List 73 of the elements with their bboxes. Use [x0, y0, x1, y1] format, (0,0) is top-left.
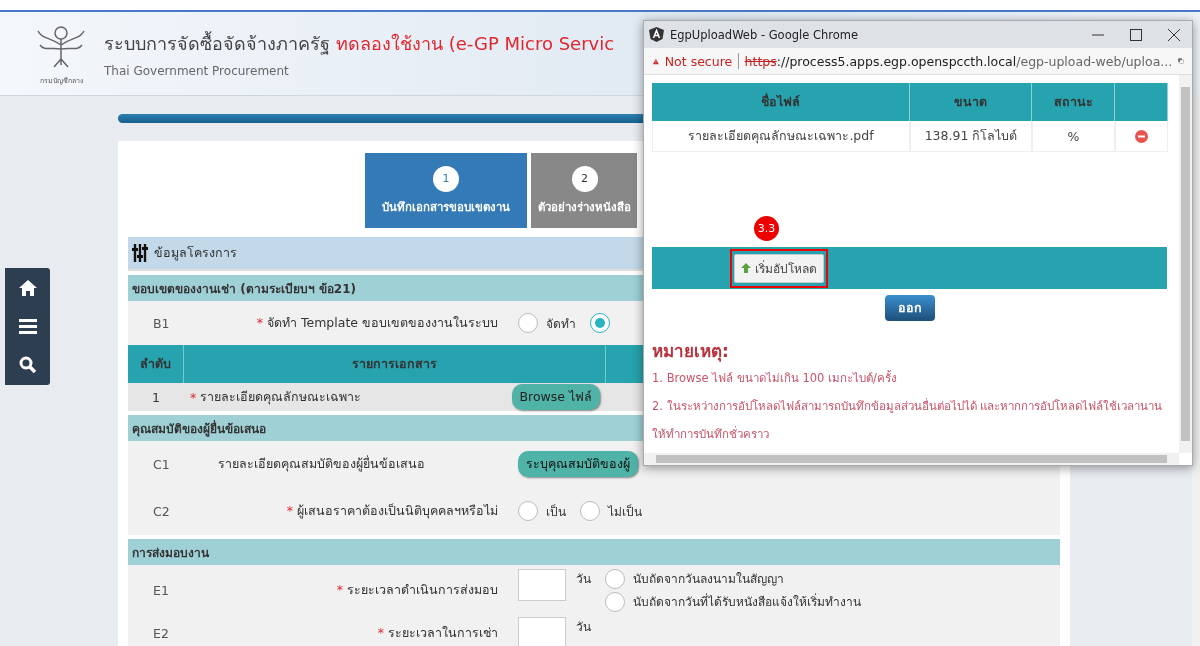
section-title: ข้อมูลโครงการ [154, 244, 237, 263]
input-field[interactable] [518, 568, 566, 601]
input-field[interactable] [518, 617, 566, 646]
table-cell: รายละเอียดคุณลักษณะเฉพาะ.pdf [652, 121, 910, 152]
table-cell: 138.91 กิโลไบต์ [910, 121, 1032, 152]
step-number: 2 [571, 165, 598, 192]
up-arrow-icon [741, 263, 751, 273]
column-header [1115, 83, 1168, 121]
upload-button[interactable]: เริ่มอัปโหลด [734, 253, 824, 283]
step-number: 1 [433, 165, 459, 192]
search-icon[interactable] [18, 356, 37, 375]
note-text: 1. Browse ไฟล์ ขนาดไม่เกิน 100 เมกะไบต์/ครั้ง [652, 369, 898, 387]
remove-icon[interactable] [1135, 129, 1148, 143]
required-mark: * [286, 503, 293, 518]
column-header: ชื่อไฟล์ [652, 83, 910, 121]
row-code: C1 [152, 456, 171, 472]
table-cell: % [1032, 121, 1115, 152]
home-icon[interactable] [17, 278, 38, 297]
required-mark: * [256, 315, 264, 330]
url-text[interactable]: https://process5.apps.egp.openspccth.local/egp-upload-web/uploa... [744, 53, 1173, 69]
app-icon [649, 27, 664, 42]
field-label: * ระยะเวลาดำเนินการส่งมอบ [335, 581, 499, 599]
step-tab[interactable]: 2 ตัวอย่างร่างหนังสือ [531, 153, 637, 228]
radio-button[interactable] [518, 313, 538, 333]
row-code: B1 [152, 315, 171, 331]
row-code: C2 [152, 503, 171, 519]
trial-note: ทดลองใช้งาน (e-GP Micro Servic [336, 32, 615, 56]
option-label: นับถัดจากวันที่ได้รับหนังสือแจ้งให้เริ่มทำงาน [633, 592, 861, 611]
site-subtitle: Thai Government Procurement [104, 64, 290, 78]
field-label: * จัดทำ Template ขอบเขตของงานในระบบ [255, 314, 499, 332]
row-code: E2 [152, 625, 170, 641]
option-label: นับถัดจากวันลงนามในสัญญา [633, 571, 784, 588]
exit-button[interactable]: ออก [884, 295, 935, 321]
close-icon[interactable] [1168, 28, 1180, 41]
document-name: รายละเอียดคุณลักษณะเฉพาะ [200, 388, 362, 407]
note-text: 2. ในระหว่างการอัปโหลดไฟล์สามารถบันทึกข้อมูลส่วนอื่นต่อไปได้ และหากการอัปโหลดไฟล์ใช้เวลานาน ให้ทำการบันทึกชั่วคราว [652, 397, 1164, 443]
maximize-icon[interactable] [1130, 28, 1142, 41]
required-mark: * [336, 582, 343, 597]
column-header: สถานะ [1032, 83, 1115, 121]
radio-button[interactable] [605, 591, 625, 612]
option-label: ไม่เป็น [608, 503, 642, 521]
radio-button[interactable] [580, 501, 600, 521]
sliders-icon [132, 244, 148, 262]
required-mark: * [377, 625, 384, 640]
notes-title: หมายเหตุ: [652, 340, 730, 364]
window-title: EgpUploadWeb - Google Chrome [670, 27, 858, 42]
column-header: ขนาด [910, 83, 1032, 121]
step-badge: 3.3 [754, 216, 779, 241]
section-title: คุณสมบัติของผู้ยื่นข้อเสนอ [132, 419, 266, 438]
scrollbar[interactable] [644, 453, 1179, 465]
unit-label: วัน [576, 570, 591, 588]
table-cell-text: 1 [151, 389, 161, 405]
unit-label: วัน [576, 619, 591, 636]
site-title: ระบบการจัดซื้อจัดจ้างภาครัฐ [104, 30, 330, 57]
radio-button[interactable] [590, 313, 610, 333]
menu-icon[interactable] [18, 318, 37, 335]
radio-button[interactable] [518, 501, 538, 521]
row-code: E1 [152, 582, 170, 598]
option-label: จัดทำ [546, 315, 576, 333]
required-mark: * [190, 389, 197, 405]
step-tab[interactable]: 1 บันทึกเอกสารขอบเขตงาน [365, 153, 527, 228]
radio-button[interactable] [605, 568, 625, 589]
section-title: การส่งมอบงาน [132, 544, 209, 562]
section-title: ขอบเขตของงานเช่า (ตามระเบียบฯ ข้อ21) [132, 280, 357, 298]
option-label: เป็น [546, 503, 566, 521]
security-label[interactable]: Not secure [664, 53, 733, 69]
browse-button[interactable]: Browse ไฟล์ [511, 384, 600, 410]
scrollbar[interactable] [1179, 75, 1192, 453]
field-label: * ระยะเวลาในการเช่า [376, 624, 499, 642]
field-label: รายละเอียดคุณสมบัติของผู้ยื่นข้อเสนอ [217, 454, 426, 474]
specify-button[interactable]: ระบุคุณสมบัติของผู้ [518, 451, 638, 477]
scrollbar[interactable] [1192, 95, 1200, 646]
field-label: * ผู้เสนอราคาต้องเป็นนิติบุคคลฯหรือไม่ [285, 502, 499, 521]
